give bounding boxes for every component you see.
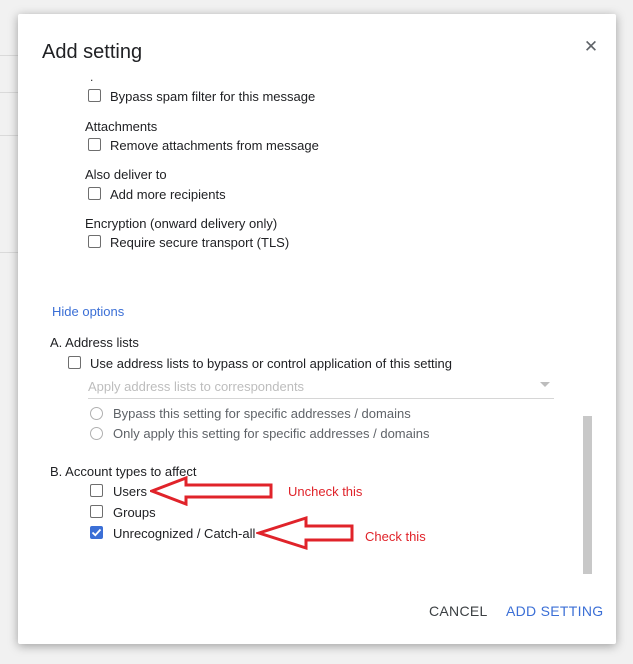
dialog-content[interactable]: . Bypass spam filter for this message At… <box>18 74 616 574</box>
require-tls-checkbox[interactable] <box>88 235 101 248</box>
groups-label: Groups <box>113 505 156 520</box>
catch-all-label: Unrecognized / Catch-all <box>113 526 256 541</box>
users-label: Users <box>113 484 147 499</box>
chevron-down-icon <box>540 382 550 387</box>
add-recipients-label: Add more recipients <box>110 187 226 202</box>
scrollbar-thumb[interactable] <box>583 416 592 574</box>
background-divider <box>0 55 18 56</box>
add-setting-dialog: Add setting ✕ . Bypass spam filter for t… <box>18 14 616 644</box>
background-divider <box>0 92 18 93</box>
background-divider <box>0 252 18 253</box>
radio-bypass[interactable] <box>90 407 103 420</box>
remove-attachments-checkbox[interactable] <box>88 138 101 151</box>
remove-attachments-label: Remove attachments from message <box>110 138 319 153</box>
address-lists-select[interactable]: Apply address lists to correspondents <box>88 376 554 399</box>
background-divider <box>0 135 18 136</box>
users-checkbox[interactable] <box>90 484 103 497</box>
require-tls-label: Require secure transport (TLS) <box>110 235 290 250</box>
add-setting-button[interactable]: ADD SETTING <box>506 603 603 619</box>
attachments-heading: Attachments <box>85 119 158 134</box>
also-deliver-heading: Also deliver to <box>85 167 167 182</box>
annotation-uncheck: Uncheck this <box>288 484 363 499</box>
groups-checkbox[interactable] <box>90 505 103 518</box>
truncated-text: . <box>90 74 94 84</box>
cancel-button[interactable]: CANCEL <box>429 603 488 619</box>
dialog-title: Add setting <box>42 41 143 63</box>
bypass-spam-label: Bypass spam filter for this message <box>110 89 316 104</box>
annotation-arrow-check <box>256 515 354 551</box>
radio-bypass-label: Bypass this setting for specific address… <box>113 406 411 421</box>
hide-options-link[interactable]: Hide options <box>52 304 124 319</box>
radio-only-apply-label: Only apply this setting for specific add… <box>113 426 430 441</box>
encryption-heading: Encryption (onward delivery only) <box>85 216 278 231</box>
select-placeholder: Apply address lists to correspondents <box>88 379 305 394</box>
use-address-lists-label: Use address lists to bypass or control a… <box>90 356 453 371</box>
add-recipients-checkbox[interactable] <box>88 187 101 200</box>
radio-only-apply[interactable] <box>90 427 103 440</box>
catch-all-checkbox[interactable] <box>90 526 103 539</box>
bypass-spam-checkbox[interactable] <box>88 89 101 102</box>
annotation-check: Check this <box>365 529 426 544</box>
close-icon[interactable]: ✕ <box>582 38 600 56</box>
use-address-lists-checkbox[interactable] <box>68 356 81 369</box>
checkmark-icon <box>91 528 102 537</box>
annotation-arrow-uncheck <box>150 476 273 506</box>
address-lists-heading: A. Address lists <box>50 335 139 350</box>
